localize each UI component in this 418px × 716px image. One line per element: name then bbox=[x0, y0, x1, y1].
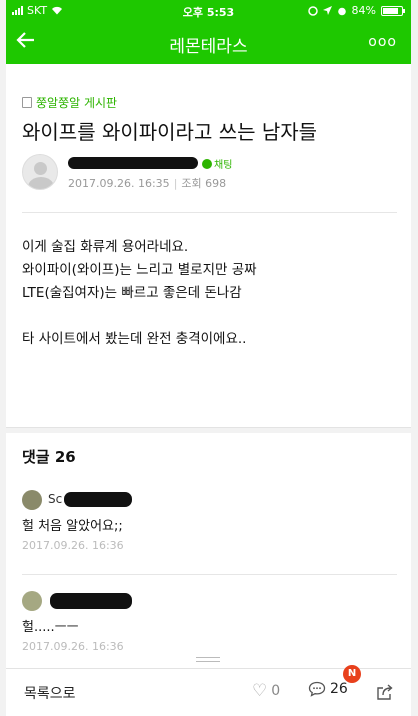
post-meta: 2017.09.26. 16:35 | 조회 698 bbox=[68, 177, 227, 190]
chat-bubble-icon bbox=[202, 158, 212, 169]
location-lock-icon bbox=[307, 5, 318, 16]
divider bbox=[22, 574, 397, 575]
post-line: 이게 술집 화류계 용어라네요. bbox=[22, 239, 189, 255]
post-body: 이게 술집 화류계 용어라네요. 와이파이(와이프)는 느리고 별로지만 공짜 … bbox=[22, 236, 257, 351]
comment-avatar[interactable] bbox=[22, 490, 42, 510]
cafe-title: 레몬테라스 bbox=[169, 37, 248, 57]
status-right: 84% bbox=[307, 4, 405, 17]
comment-date: 2017.09.26. 16:36 bbox=[22, 539, 124, 552]
comment-text: 헐.....ㅡㅡ bbox=[22, 620, 79, 635]
chat-label: 채팅 bbox=[214, 160, 233, 171]
battery-percent: 84% bbox=[351, 4, 376, 17]
comment-count: 26 bbox=[330, 681, 348, 697]
post-title: 와이프를 와이파이라고 쓰는 남자들 bbox=[22, 120, 318, 144]
post-line: 타 사이트에서 봤는데 완전 충격이에요.. bbox=[22, 331, 247, 347]
comment-text: 헐 처음 알았어요;; bbox=[22, 519, 123, 534]
alarm-icon bbox=[337, 7, 346, 15]
comment-avatar[interactable] bbox=[22, 591, 42, 611]
comment-button[interactable]: 26 bbox=[308, 681, 348, 697]
notification-badge[interactable]: N bbox=[343, 665, 361, 683]
comment-bubble-icon bbox=[308, 681, 326, 697]
comment-author-redacted bbox=[50, 593, 132, 609]
like-button[interactable]: ♡ 0 bbox=[252, 681, 280, 701]
section-divider bbox=[6, 427, 411, 433]
battery-fill bbox=[383, 7, 399, 14]
post-line: 와이파이(와이프)는 느리고 별로지만 공짜 bbox=[22, 262, 257, 278]
list-button[interactable]: 목록으로 bbox=[24, 683, 76, 703]
like-count: 0 bbox=[271, 683, 281, 699]
status-bar: SKT 오후 5:53 84% bbox=[6, 0, 411, 22]
post-date: 2017.09.26. 16:35 bbox=[68, 177, 170, 190]
post-views: 조회 698 bbox=[181, 177, 227, 190]
author-avatar[interactable] bbox=[22, 154, 58, 190]
comment-author-redacted bbox=[64, 492, 132, 507]
comment-item: 헐.....ㅡㅡ 2017.09.26. 16:36 bbox=[22, 591, 397, 661]
board-link[interactable]: 쭝알쭝알 게시판 bbox=[22, 94, 117, 111]
board-name: 쭝알쭝알 게시판 bbox=[36, 96, 118, 110]
share-icon[interactable] bbox=[376, 684, 394, 704]
author-block: 채팅 2017.09.26. 16:35 | 조회 698 bbox=[22, 154, 397, 196]
comments-header: 댓글 26 bbox=[22, 448, 76, 466]
board-icon bbox=[22, 97, 32, 108]
location-arrow-icon bbox=[322, 6, 332, 15]
app-header: SKT 오후 5:53 84% 레몬테라스 ooo bbox=[6, 0, 411, 64]
battery-icon bbox=[381, 5, 405, 16]
comment-date: 2017.09.26. 16:36 bbox=[22, 640, 124, 653]
app-frame: SKT 오후 5:53 84% 레몬테라스 ooo 쭝알쭝알 게시판 와이프를 … bbox=[6, 0, 411, 716]
comment-item: Sc 헐 처음 알았어요;; 2017.09.26. 16:36 bbox=[22, 490, 397, 560]
post-line: LTE(술집여자)는 빠르고 좋은데 돈나감 bbox=[22, 285, 242, 301]
divider bbox=[22, 212, 397, 213]
nav-bar: 레몬테라스 ooo bbox=[6, 24, 411, 62]
heart-icon: ♡ bbox=[252, 681, 268, 701]
author-name-redacted bbox=[68, 157, 198, 169]
chat-button[interactable]: 채팅 bbox=[202, 156, 232, 171]
more-menu-icon[interactable]: ooo bbox=[368, 34, 397, 50]
comment-author: Sc bbox=[48, 492, 63, 506]
drag-handle[interactable] bbox=[196, 657, 220, 662]
